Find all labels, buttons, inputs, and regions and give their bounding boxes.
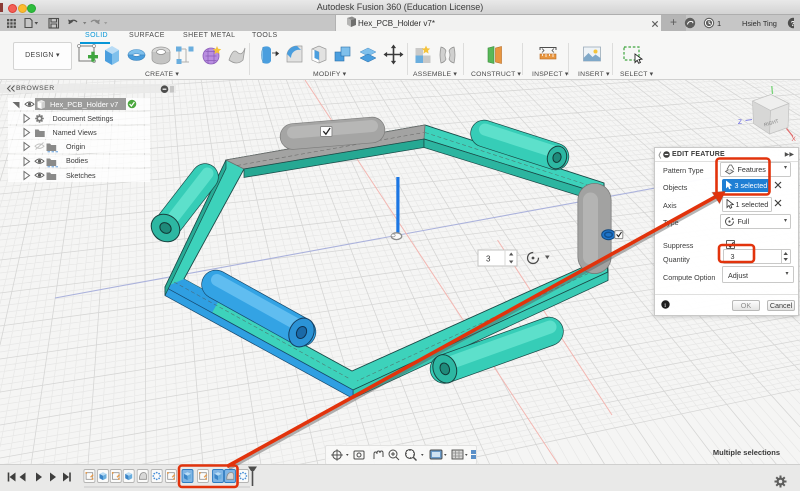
svg-text:3: 3	[486, 255, 491, 264]
svg-text:X: X	[792, 136, 797, 143]
svg-text:1: 1	[717, 19, 721, 28]
svg-text:?: ?	[791, 19, 794, 28]
svg-text:Z: Z	[738, 119, 742, 126]
svg-text:i: i	[664, 302, 666, 309]
svg-text:Hsieh Ting: Hsieh Ting	[742, 19, 777, 28]
